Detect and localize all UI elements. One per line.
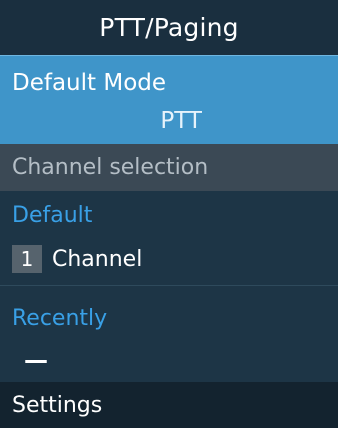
recent-channel-value: — [24, 346, 48, 374]
title-bar: PTT/Paging [0, 0, 338, 55]
settings-softkey[interactable]: Settings [12, 393, 102, 418]
default-channel-item[interactable]: Default 1 Channel [0, 191, 338, 286]
section-header-label: Channel selection [12, 155, 209, 180]
default-mode-value: PTT [160, 108, 202, 134]
channel-number-badge: 1 [12, 245, 42, 273]
default-channel-label: Default [12, 203, 93, 228]
recent-channel-label: Recently [12, 306, 108, 331]
channel-name: Channel [52, 246, 143, 272]
default-channel-row: 1 Channel [12, 245, 142, 273]
softkey-bar: Settings [0, 382, 338, 428]
page-title: PTT/Paging [99, 13, 239, 42]
default-mode-label: Default Mode [12, 70, 167, 96]
recent-channel-item[interactable]: Recently — [0, 286, 338, 382]
channel-selection-header: Channel selection [0, 144, 338, 191]
ptt-paging-screen: PTT/Paging Default Mode PTT Channel sele… [0, 0, 338, 428]
default-mode-item[interactable]: Default Mode PTT [0, 55, 338, 144]
